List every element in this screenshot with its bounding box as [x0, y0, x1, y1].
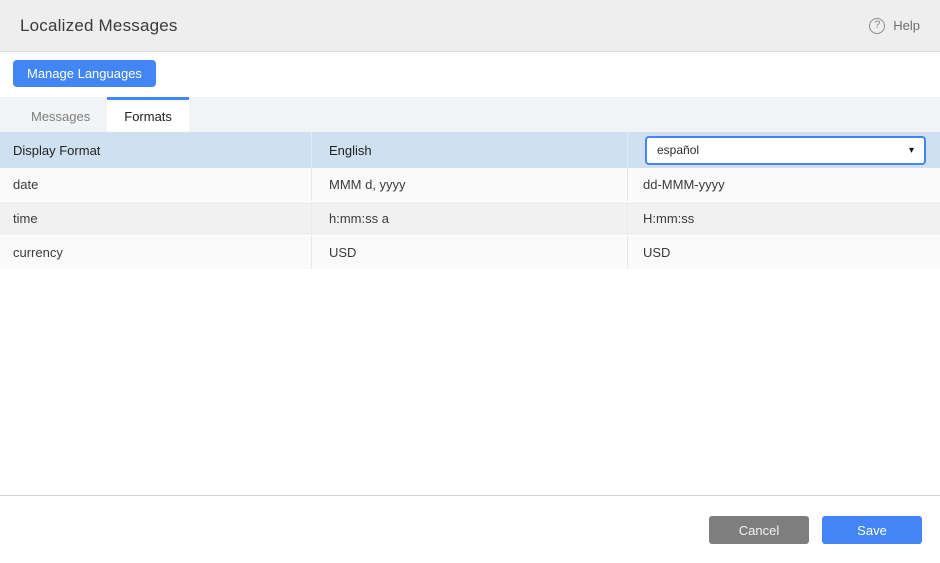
language-select-value: español	[657, 143, 909, 157]
column-header-english: English	[311, 132, 627, 168]
tab-formats[interactable]: Formats	[107, 97, 189, 132]
table-row-currency: currency USD USD	[0, 236, 940, 270]
footer-divider	[0, 495, 940, 496]
cancel-button[interactable]: Cancel	[709, 516, 809, 544]
help-circle-question-icon: ?	[869, 18, 885, 34]
tab-messages[interactable]: Messages	[14, 97, 107, 132]
formats-table: Display Format English español ▾ date MM…	[0, 132, 940, 270]
page-title: Localized Messages	[20, 16, 178, 36]
app-header-bar: Localized Messages ? Help	[0, 0, 940, 52]
column-header-target-language: español ▾	[627, 132, 940, 168]
table-row-date: date MMM d, yyyy dd-MMM-yyyy	[0, 168, 940, 202]
save-button[interactable]: Save	[822, 516, 922, 544]
column-header-display-format: Display Format	[0, 132, 311, 168]
format-name-cell: date	[0, 168, 311, 201]
english-format-cell: MMM d, yyyy	[311, 168, 627, 201]
manage-languages-button[interactable]: Manage Languages	[13, 60, 156, 87]
english-format-cell: USD	[311, 236, 627, 269]
help-button[interactable]: ? Help	[869, 18, 920, 34]
format-name-cell: time	[0, 202, 311, 235]
footer-buttons: Cancel Save	[709, 516, 922, 544]
language-select[interactable]: español ▾	[645, 136, 926, 165]
tab-bar: Messages Formats	[0, 97, 940, 132]
english-format-cell: h:mm:ss a	[311, 202, 627, 235]
localized-format-cell[interactable]: USD	[627, 236, 940, 269]
table-row-time: time h:mm:ss a H:mm:ss	[0, 202, 940, 236]
localized-format-cell[interactable]: dd-MMM-yyyy	[627, 168, 940, 201]
dropdown-arrow-icon: ▾	[909, 145, 914, 156]
table-header-row: Display Format English español ▾	[0, 132, 940, 168]
help-label: Help	[893, 18, 920, 33]
format-name-cell: currency	[0, 236, 311, 269]
localized-format-cell[interactable]: H:mm:ss	[627, 202, 940, 235]
